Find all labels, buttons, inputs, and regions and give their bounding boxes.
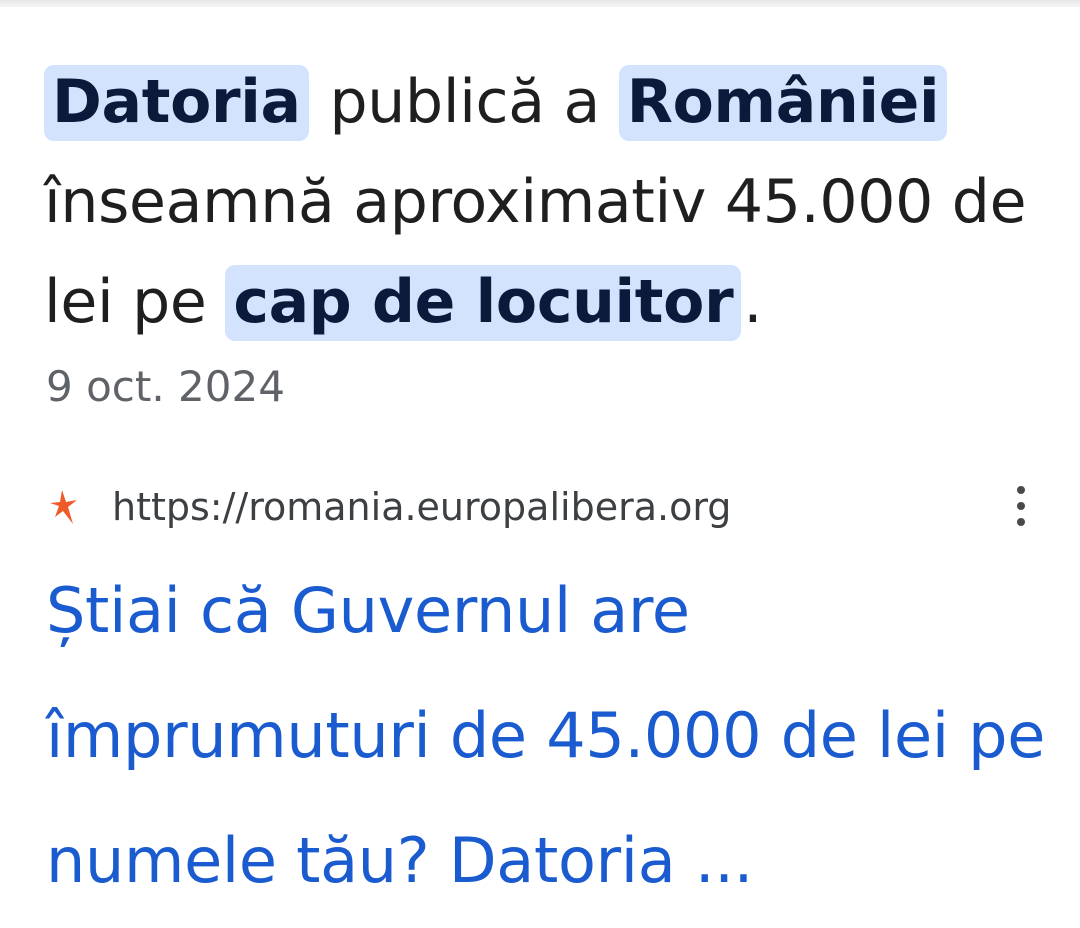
- rfe-rl-logo-icon[interactable]: [46, 484, 82, 528]
- menu-dot: [1017, 486, 1025, 494]
- search-result-title-link[interactable]: Știai că Guvernul are împrumuturi de 45.…: [46, 548, 1046, 923]
- source-row: https://romania.europalibera.org: [46, 478, 1036, 538]
- snippet-highlight-datoria: Datoria: [44, 65, 309, 141]
- snippet-text-segment: publică a: [310, 67, 619, 137]
- featured-snippet-text: Datoria publică a României înseamnă apro…: [44, 52, 1044, 352]
- snippet-text-period: .: [743, 267, 763, 337]
- snippet-date: 9 oct. 2024: [46, 362, 285, 411]
- source-url-link[interactable]: https://romania.europalibera.org: [112, 482, 731, 532]
- top-divider: [0, 0, 1080, 7]
- menu-dot: [1017, 518, 1025, 526]
- snippet-highlight-cap-de-locuitor: cap de locuitor: [225, 265, 742, 341]
- more-vert-icon[interactable]: [1006, 484, 1036, 528]
- snippet-highlight-romaniei: României: [618, 65, 948, 141]
- menu-dot: [1017, 502, 1025, 510]
